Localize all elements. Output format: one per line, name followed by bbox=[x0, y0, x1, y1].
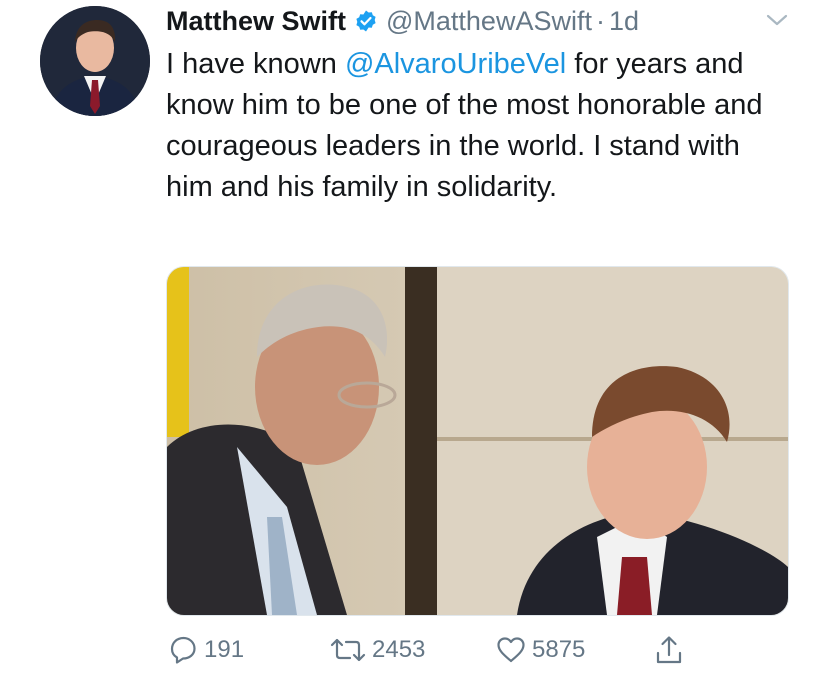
author-name[interactable]: Matthew Swift bbox=[166, 6, 346, 37]
tweet-actions: 191 2453 5875 bbox=[166, 632, 766, 668]
share-button[interactable] bbox=[652, 632, 690, 668]
retweet-icon bbox=[330, 638, 366, 662]
heart-icon bbox=[497, 637, 525, 663]
reply-icon bbox=[170, 636, 196, 664]
share-icon bbox=[656, 636, 682, 664]
like-count: 5875 bbox=[532, 636, 586, 663]
retweet-count: 2453 bbox=[372, 636, 426, 663]
tweet-text-start: I have known bbox=[166, 48, 345, 80]
tweet-header: Matthew Swift @MatthewASwift · 1d bbox=[166, 4, 639, 38]
author-avatar[interactable] bbox=[40, 6, 150, 116]
mention-link[interactable]: @AlvaroUribeVel bbox=[345, 48, 566, 80]
author-handle[interactable]: @MatthewASwift bbox=[386, 6, 592, 37]
tweet-text: I have known @AlvaroUribeVel for years a… bbox=[166, 44, 776, 208]
reply-button[interactable]: 191 bbox=[166, 632, 244, 668]
tweet-time[interactable]: 1d bbox=[609, 6, 639, 37]
chevron-down-icon[interactable] bbox=[764, 10, 790, 30]
separator-dot: · bbox=[595, 5, 605, 36]
tweet-photo[interactable] bbox=[166, 266, 789, 616]
reply-count: 191 bbox=[204, 636, 245, 663]
retweet-button[interactable]: 2453 bbox=[328, 632, 425, 668]
verified-badge-icon bbox=[356, 10, 376, 32]
like-button[interactable]: 5875 bbox=[494, 632, 585, 668]
